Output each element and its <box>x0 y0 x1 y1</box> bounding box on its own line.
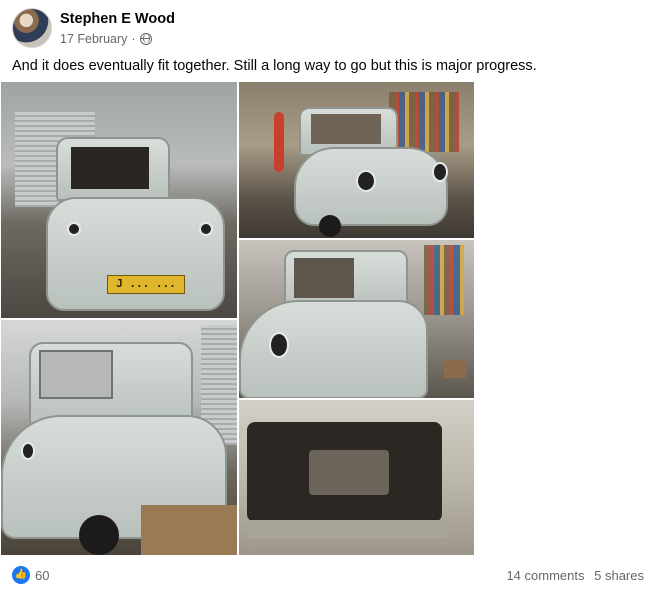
workshop-shelf <box>389 92 459 152</box>
globe-icon[interactable] <box>139 32 152 45</box>
photo-rear-three-quarter[interactable] <box>1 320 237 555</box>
wooden-board <box>141 505 237 555</box>
wheel <box>79 515 119 555</box>
reactions-summary[interactable]: 👍 60 <box>12 566 49 584</box>
date-separator: · <box>131 31 136 46</box>
post-header: Stephen E Wood 17 February · <box>12 8 175 48</box>
photo-front-view[interactable] <box>239 82 474 238</box>
photo-engine-bay[interactable] <box>239 400 474 555</box>
facebook-post: Stephen E Wood 17 February · And it does… <box>0 0 656 600</box>
engagement-stats: 14 comments 5 shares <box>500 568 644 583</box>
step-stool <box>444 360 466 378</box>
rear-window <box>39 350 113 399</box>
shares-link[interactable]: 5 shares <box>594 568 644 583</box>
number-plate: J ... ... <box>107 275 185 294</box>
windscreen <box>311 114 381 144</box>
rear-lamp-left <box>67 222 81 236</box>
author-avatar[interactable] <box>12 8 52 48</box>
headlamp <box>269 332 289 358</box>
rear-lamp-right <box>199 222 213 236</box>
post-date[interactable]: 17 February <box>60 31 127 47</box>
like-icon: 👍 <box>12 566 30 584</box>
post-footer: 👍 60 14 comments 5 shares <box>12 562 644 588</box>
workshop-shelf <box>424 245 464 315</box>
post-meta: Stephen E Wood 17 February · <box>60 10 175 47</box>
reaction-count: 60 <box>35 567 50 583</box>
engine-block <box>309 450 389 495</box>
photo-front-three-quarter[interactable] <box>239 240 474 398</box>
comments-link[interactable]: 14 comments <box>506 568 584 583</box>
rear-window <box>71 147 149 189</box>
side-window <box>294 258 354 298</box>
photo-rear-view[interactable]: J ... ... <box>1 82 237 318</box>
headlamp-left <box>356 170 376 192</box>
gas-cylinder <box>274 112 284 172</box>
engine-frame <box>247 520 447 538</box>
rear-lamp <box>21 442 35 460</box>
car-body <box>239 300 428 398</box>
post-text: And it does eventually fit together. Sti… <box>12 58 537 74</box>
post-subline: 17 February · <box>60 31 175 47</box>
author-name[interactable]: Stephen E Wood <box>60 10 175 28</box>
wheel <box>319 215 341 237</box>
headlamp-right <box>432 162 448 182</box>
